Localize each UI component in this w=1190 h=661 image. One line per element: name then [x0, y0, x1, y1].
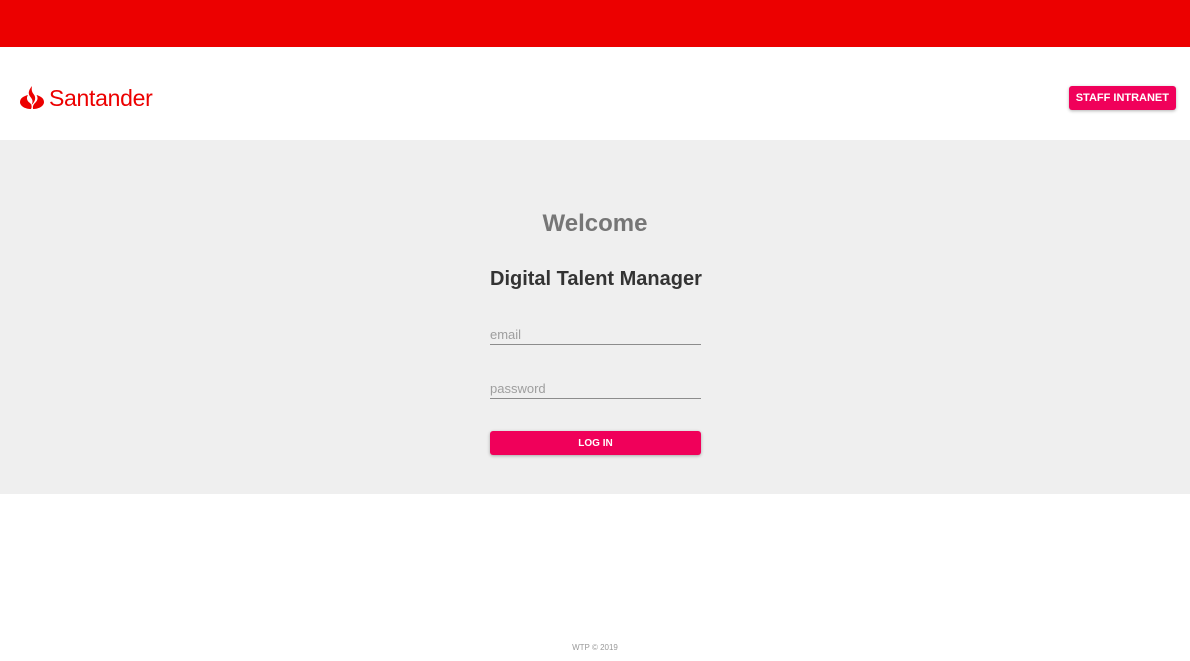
password-field-wrapper: [490, 368, 701, 399]
login-panel: Welcome Digital Talent Manager LOG IN: [0, 140, 1190, 494]
login-form: Digital Talent Manager LOG IN: [490, 266, 702, 455]
login-button[interactable]: LOG IN: [490, 431, 701, 455]
top-red-bar: [0, 0, 1190, 47]
footer-copyright: WTP © 2019: [572, 643, 618, 652]
staff-intranet-button[interactable]: STAFF INTRANET: [1068, 86, 1176, 110]
password-field[interactable]: [490, 381, 701, 396]
santander-flame-icon: [19, 85, 45, 111]
header: Santander STAFF INTRANET: [0, 47, 1190, 140]
welcome-heading: Welcome: [542, 210, 648, 237]
brand-name: Santander: [49, 84, 153, 111]
email-field[interactable]: [490, 327, 701, 342]
santander-logo[interactable]: Santander: [19, 84, 153, 111]
email-field-wrapper: [490, 314, 701, 345]
app-title: Digital Talent Manager: [490, 268, 702, 290]
